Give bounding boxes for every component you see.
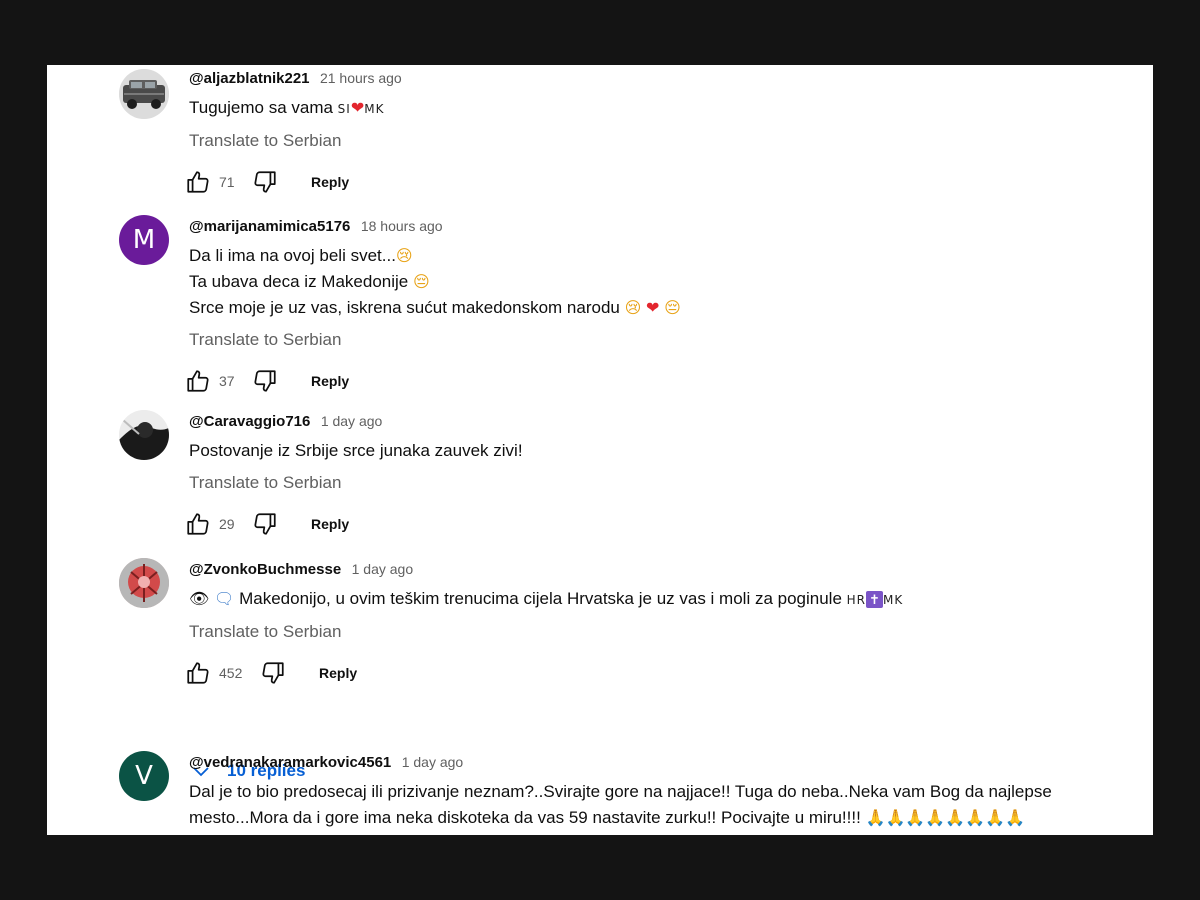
comment-line: Da li ima na ovoj beli svet... (189, 246, 396, 265)
pensive-face-emoji-icon: 😔 (664, 298, 681, 317)
comment-body: @ZvonkoBuchmesse 1 day ago 👁 🗨 Makedonij… (187, 558, 1113, 691)
like-button[interactable] (185, 363, 211, 399)
flag-hr-icon: HR (846, 593, 867, 607)
comment-author[interactable]: @aljazblatnik221 (189, 70, 310, 87)
reply-button[interactable]: Reply (311, 164, 349, 200)
comment-line: Dal je to bio predosecaj ili prizivanje … (189, 782, 1052, 801)
avatar[interactable] (119, 69, 169, 119)
comment-text: Da li ima na ovoj beli svet...😢 Ta ubava… (189, 243, 1113, 321)
silhouette-avatar-image (119, 410, 169, 460)
flag-mk-icon: MK (883, 593, 904, 607)
comment-actions: 71 Reply (187, 164, 1113, 200)
like-button[interactable] (185, 506, 211, 542)
comment-line: Ta ubava deca iz Makedonije (189, 272, 409, 291)
comment-timestamp[interactable]: 21 hours ago (320, 70, 402, 86)
car-avatar-image (119, 69, 169, 119)
pensive-face-emoji-icon: 😔 (412, 272, 430, 291)
comment-actions: 452 Reply (187, 655, 1113, 691)
dislike-icon (254, 171, 276, 193)
folded-hands-emoji-icon: 🙏🙏🙏🙏🙏🙏🙏🙏 (865, 808, 1025, 827)
avatar-letter: M (132, 225, 156, 255)
like-icon (187, 171, 209, 193)
crying-face-emoji-icon: 😢 (624, 298, 642, 317)
like-button[interactable] (185, 655, 211, 691)
avatar[interactable]: M (119, 215, 169, 265)
heart-emoji-icon: ❤ (350, 98, 365, 117)
like-icon (187, 662, 209, 684)
comment-timestamp[interactable]: 18 hours ago (361, 218, 443, 234)
comment-text: Dal je to bio predosecaj ili prizivanje … (189, 779, 1113, 831)
comment-body: @marijanamimica5176 18 hours ago Da li i… (187, 215, 1113, 399)
comment-author[interactable]: @ZvonkoBuchmesse (189, 561, 341, 578)
comment-actions: 37 Reply (187, 363, 1113, 399)
comment-line: Tugujemo sa vama (189, 98, 333, 117)
like-button[interactable] (185, 164, 211, 200)
translate-link[interactable]: Translate to Serbian (189, 128, 1113, 154)
like-icon (187, 513, 209, 535)
reply-button[interactable]: Reply (311, 363, 349, 399)
heart-emoji-icon: ❤ (646, 298, 660, 317)
reply-button[interactable]: Reply (319, 655, 357, 691)
reply-button[interactable]: Reply (311, 506, 349, 542)
translate-link[interactable]: Translate to Serbian (189, 327, 1113, 353)
dislike-icon (254, 370, 276, 392)
comment-author[interactable]: @vedranakaramarkovic4561 (189, 754, 391, 771)
dislike-button[interactable] (252, 363, 278, 399)
comment-body: @aljazblatnik221 21 hours ago Tugujemo s… (187, 67, 1113, 200)
comment-timestamp[interactable]: 1 day ago (402, 754, 464, 770)
comment-timestamp[interactable]: 1 day ago (321, 413, 383, 429)
flag-mk-icon: MK (364, 102, 385, 116)
like-count: 29 (219, 516, 235, 532)
dislike-button[interactable] (252, 506, 278, 542)
translate-link[interactable]: Translate to Serbian (189, 619, 1113, 645)
avatar[interactable] (119, 410, 169, 460)
comment-actions: 29 Reply (187, 506, 1113, 542)
comment-author[interactable]: @Caravaggio716 (189, 413, 310, 430)
dislike-icon (262, 662, 284, 684)
comment-text: Tugujemo sa vama SI❤MK (189, 95, 1113, 122)
comment-body: @Caravaggio716 1 day ago Postovanje iz S… (187, 410, 1113, 542)
crying-face-emoji-icon: 😢 (395, 246, 413, 265)
comments-panel: @aljazblatnik221 21 hours ago Tugujemo s… (47, 65, 1153, 835)
comment-timestamp[interactable]: 1 day ago (352, 561, 414, 577)
dislike-button[interactable] (252, 164, 278, 200)
avatar[interactable] (119, 558, 169, 608)
avatar[interactable]: V (119, 751, 169, 801)
dislike-button[interactable] (260, 655, 286, 691)
comment-line: Srce moje je uz vas, iskrena sućut maked… (189, 298, 620, 317)
comment-text: Postovanje iz Srbije srce junaka zauvek … (189, 438, 1113, 464)
eye-emoji-icon: 👁 (189, 589, 210, 608)
like-count: 71 (219, 174, 235, 190)
speech-bubble-emoji-icon: 🗨 (214, 589, 235, 608)
comment-text: 👁 🗨 Makedonijo, u ovim teškim trenucima … (189, 586, 1113, 613)
comment-line: Makedonijo, u ovim teškim trenucima cije… (239, 589, 842, 608)
latin-cross-emoji-icon: ✝ (866, 591, 884, 609)
like-count: 452 (219, 665, 243, 681)
comment-line: Postovanje iz Srbije srce junaka zauvek … (189, 441, 523, 460)
comment-body: @vedranakaramarkovic4561 1 day ago Dal j… (189, 751, 1113, 831)
like-count: 37 (219, 373, 235, 389)
flag-si-icon: SI (337, 102, 351, 116)
comment-line: mesto...Mora da i gore ima neka diskotek… (189, 808, 861, 827)
translate-link[interactable]: Translate to Serbian (189, 470, 1113, 496)
comment-author[interactable]: @marijanamimica5176 (189, 218, 350, 235)
like-icon (187, 370, 209, 392)
avatar-letter: V (135, 761, 153, 791)
abstract-avatar-image (119, 558, 169, 608)
dislike-icon (254, 513, 276, 535)
